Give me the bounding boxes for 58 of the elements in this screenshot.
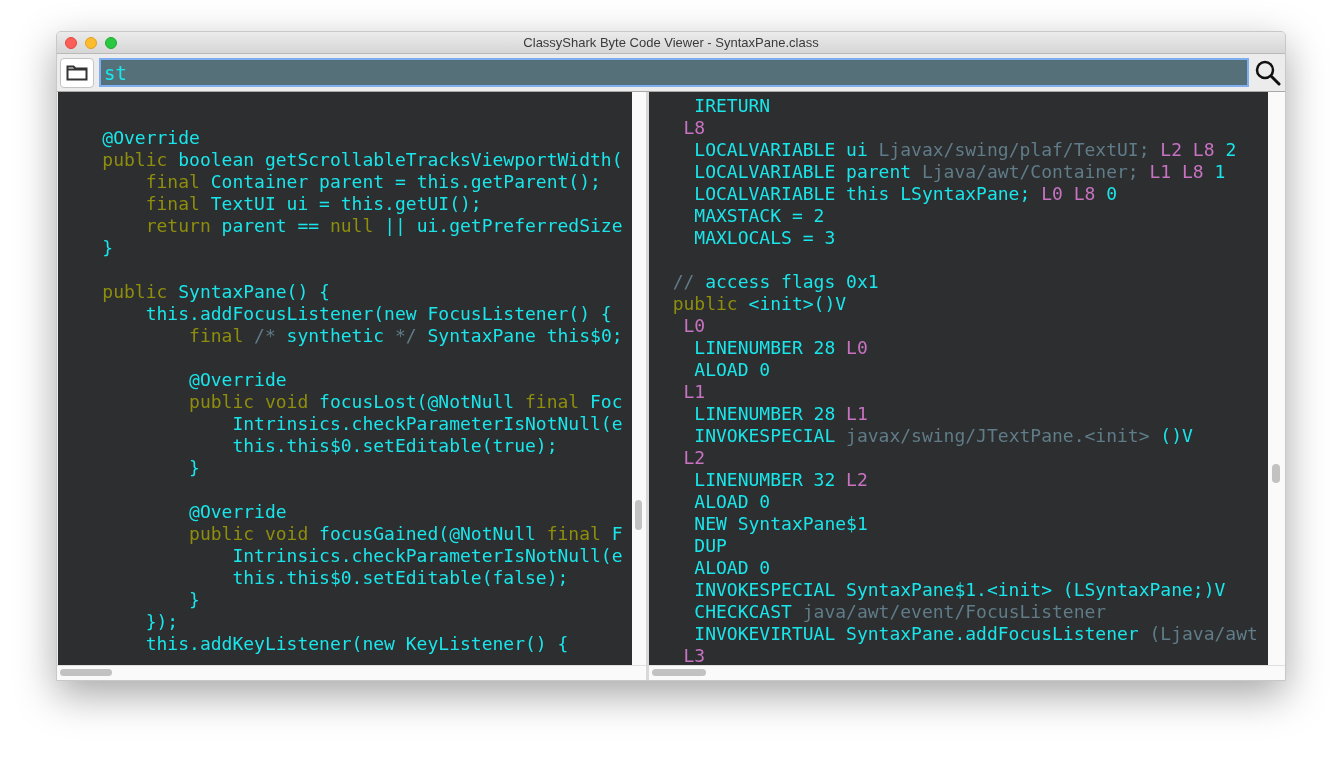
code-line: public void focusGained(@NotNull final F — [188, 523, 623, 544]
code-line: LOCALVARIABLE parent Ljava/awt/Container; L1 L8 1 — [693, 161, 1226, 182]
code-line: MAXSTACK = 2 — [693, 205, 825, 226]
code-line: INVOKEVIRTUAL SyntaxPane.addFocusListener (Ljava/awt — [693, 623, 1258, 644]
code-line: public <init>()V — [671, 293, 847, 314]
code-line: ALOAD 0 — [693, 491, 771, 512]
code-line: MAXLOCALS = 3 — [693, 227, 836, 248]
code-line: } — [101, 237, 114, 258]
code-line: LINENUMBER 28 L1 — [693, 403, 868, 424]
code-line: L0 — [682, 315, 706, 336]
code-line: DUP — [693, 535, 727, 556]
search-icon[interactable] — [1254, 58, 1282, 87]
search-field[interactable]: st — [99, 58, 1249, 87]
code-line: L3 — [682, 645, 706, 665]
code-line: public void focusLost(@NotNull final Foc — [188, 391, 623, 412]
code-line: this.this$0.setEditable(false); — [231, 567, 569, 588]
zoom-button[interactable] — [105, 36, 117, 49]
code-line: final TextUI ui = this.getUI(); — [144, 193, 482, 214]
code-line: Intrinsics.checkParameterIsNotNull(e — [231, 413, 623, 434]
code-line: L2 — [682, 447, 706, 468]
code-line: this.this$0.setEditable(true); — [231, 435, 558, 456]
code-line: ALOAD 0 — [693, 359, 771, 380]
code-line: INVOKESPECIAL SyntaxPane$1.<init> (LSyntaxPane;)V — [693, 579, 1226, 600]
window-title: ClassyShark Byte Code Viewer - SyntaxPane.class — [523, 33, 819, 52]
close-button[interactable] — [65, 36, 77, 49]
scrollbar-thumb[interactable] — [652, 669, 706, 676]
code-line: LINENUMBER 32 L2 — [693, 469, 868, 490]
code-line: this.addFocusListener(new FocusListener() { — [144, 303, 612, 324]
code-line: } — [188, 589, 200, 610]
code-line: NEW SyntaxPane$1 — [693, 513, 868, 534]
code-line: }); — [144, 611, 179, 632]
code-line: @Override — [188, 369, 287, 390]
code-line: ALOAD 0 — [693, 557, 771, 578]
minimize-button[interactable] — [85, 36, 97, 49]
code-line: INVOKESPECIAL javax/swing/JTextPane.<init> ()V — [693, 425, 1193, 446]
code-line: CHECKCAST java/awt/event/FocusListener — [693, 601, 1107, 622]
scrollbar-thumb[interactable] — [635, 500, 642, 530]
code-line: L8 — [682, 117, 706, 138]
code-line: IRETURN — [693, 95, 771, 116]
code-line: return parent == null || ui.getPreferredSize — [144, 215, 623, 236]
open-folder-button[interactable] — [60, 57, 94, 88]
scrollbar-thumb[interactable] — [60, 669, 112, 676]
code-line: LINENUMBER 28 L0 — [693, 337, 868, 358]
code-line: this.addKeyListener(new KeyListener() { — [144, 633, 569, 654]
code-line: @Override — [101, 127, 200, 148]
code-line: // access flags 0x1 — [671, 271, 879, 292]
code-line: LOCALVARIABLE this LSyntaxPane; L0 L8 0 — [693, 183, 1117, 204]
code-line: public SyntaxPane() { — [101, 281, 330, 302]
code-line: } — [188, 457, 200, 478]
code-line: LOCALVARIABLE ui Ljavax/swing/plaf/TextUI; L2 L8 2 — [693, 139, 1237, 160]
code-line: public boolean getScrollableTracksViewportWidth( — [101, 149, 623, 170]
folder-icon — [66, 64, 88, 81]
code-line: @Override — [188, 501, 287, 522]
code-line: final Container parent = this.getParent(); — [144, 171, 601, 192]
code-line: L1 — [682, 381, 706, 402]
scrollbar-thumb[interactable] — [1272, 464, 1280, 483]
code-line: final /* synthetic */ SyntaxPane this$0; — [188, 325, 623, 346]
code-line: Intrinsics.checkParameterIsNotNull(e — [231, 545, 623, 566]
